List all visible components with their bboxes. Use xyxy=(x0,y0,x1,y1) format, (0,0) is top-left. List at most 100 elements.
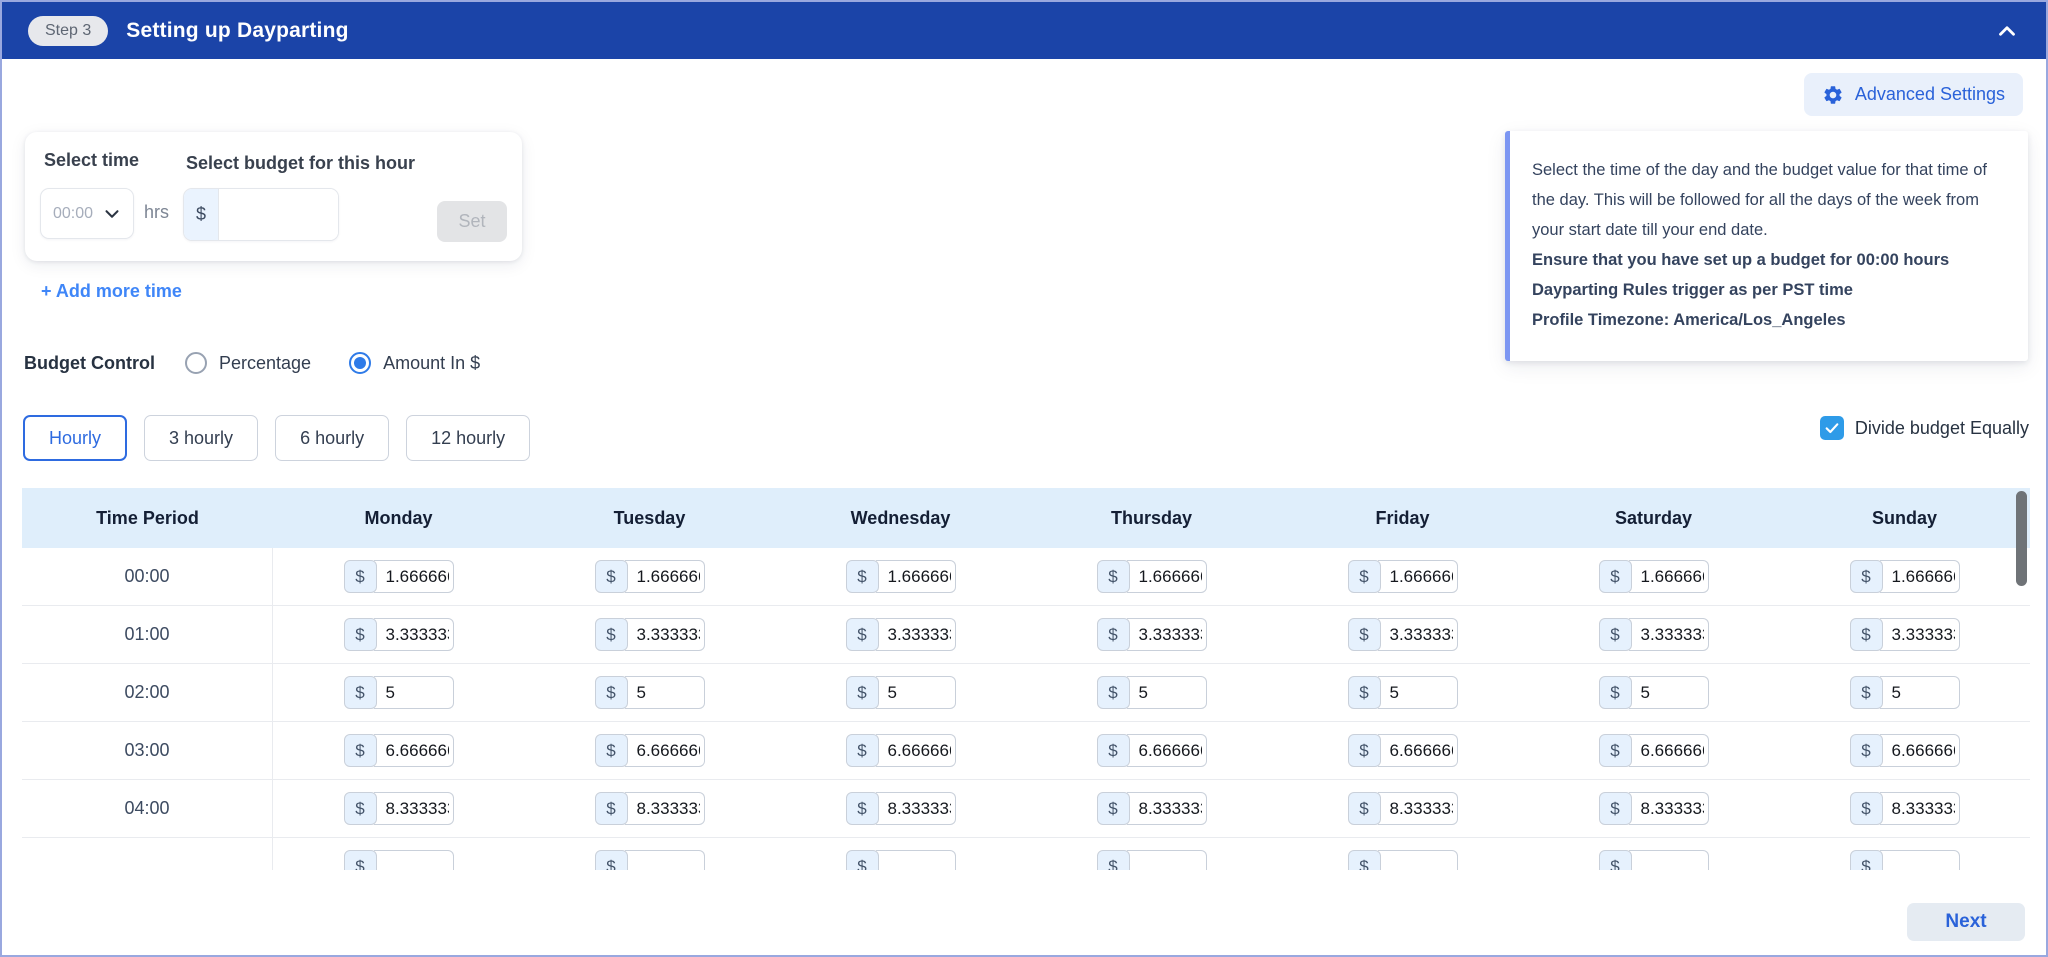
next-button[interactable]: Next xyxy=(1907,903,2025,941)
budget-control-options: Percentage Amount In $ xyxy=(185,352,518,374)
dollar-prefix: $ xyxy=(846,676,879,709)
money-input-group: $ xyxy=(595,850,705,870)
add-more-time-link[interactable]: + Add more time xyxy=(41,281,182,302)
amount-input[interactable] xyxy=(625,676,705,709)
table-scrollbar-thumb[interactable] xyxy=(2016,491,2027,586)
amount-input[interactable] xyxy=(1378,618,1458,651)
amount-input[interactable] xyxy=(1880,618,1960,651)
tab-hourly[interactable]: Hourly xyxy=(23,415,127,461)
tab-12-hourly[interactable]: 12 hourly xyxy=(406,415,530,461)
amount-input[interactable] xyxy=(1127,676,1207,709)
amount-input[interactable] xyxy=(1880,676,1960,709)
dollar-prefix: $ xyxy=(846,560,879,593)
dollar-prefix: $ xyxy=(1348,618,1381,651)
table-row-03-00: 03:00$$$$$$$ xyxy=(22,722,2030,780)
dollar-prefix: $ xyxy=(1599,734,1632,767)
table-header-cell-monday: Monday xyxy=(273,508,524,529)
amount-input[interactable] xyxy=(1629,850,1709,870)
amount-input[interactable] xyxy=(1629,792,1709,825)
amount-input[interactable] xyxy=(374,560,454,593)
dollar-prefix: $ xyxy=(184,189,219,240)
amount-input[interactable] xyxy=(1880,560,1960,593)
money-input-group: $ xyxy=(344,792,454,825)
money-input-group: $ xyxy=(344,676,454,709)
money-input-group: $ xyxy=(595,734,705,767)
amount-input[interactable] xyxy=(374,676,454,709)
amount-input[interactable] xyxy=(374,618,454,651)
dollar-prefix: $ xyxy=(344,850,377,870)
amount-input[interactable] xyxy=(625,618,705,651)
amount-input[interactable] xyxy=(1127,792,1207,825)
budget-input[interactable] xyxy=(219,189,338,240)
radio-option-percentage[interactable]: Percentage xyxy=(185,352,311,374)
amount-input[interactable] xyxy=(876,618,956,651)
amount-input[interactable] xyxy=(1378,734,1458,767)
radio-option-amount-in[interactable]: Amount In $ xyxy=(349,352,480,374)
budget-cell-wednesday: $ xyxy=(775,618,1026,651)
budget-cell-thursday: $ xyxy=(1026,850,1277,870)
table-header-row: Time PeriodMondayTuesdayWednesdayThursda… xyxy=(22,488,2030,548)
amount-input[interactable] xyxy=(1127,618,1207,651)
budget-control-row: Budget Control PercentageAmount In $ xyxy=(24,348,518,378)
amount-input[interactable] xyxy=(1880,850,1960,870)
info-bold-line: Dayparting Rules trigger as per PST time xyxy=(1532,275,2000,305)
tab-6-hourly[interactable]: 6 hourly xyxy=(275,415,389,461)
amount-input[interactable] xyxy=(1378,676,1458,709)
amount-input[interactable] xyxy=(374,734,454,767)
amount-input[interactable] xyxy=(1629,618,1709,651)
divide-budget-equally[interactable]: Divide budget Equally xyxy=(1820,416,2029,440)
dollar-prefix: $ xyxy=(1850,560,1883,593)
budget-cell-saturday: $ xyxy=(1528,560,1779,593)
money-input-group: $ xyxy=(1850,850,1960,870)
amount-input[interactable] xyxy=(625,792,705,825)
interval-tabs: Hourly 3 hourly 6 hourly 12 hourly xyxy=(23,415,530,461)
amount-input[interactable] xyxy=(1127,850,1207,870)
table-header-cell-wednesday: Wednesday xyxy=(775,508,1026,529)
budget-cell-sunday: $ xyxy=(1779,792,2030,825)
amount-input[interactable] xyxy=(1378,792,1458,825)
amount-input[interactable] xyxy=(1378,560,1458,593)
amount-input[interactable] xyxy=(1629,560,1709,593)
money-input-group: $ xyxy=(1097,850,1207,870)
dollar-prefix: $ xyxy=(1850,734,1883,767)
radio-option-label: Amount In $ xyxy=(383,353,480,374)
amount-input[interactable] xyxy=(876,734,956,767)
amount-input[interactable] xyxy=(625,850,705,870)
radio-unselected-icon[interactable] xyxy=(185,352,207,374)
amount-input[interactable] xyxy=(1629,676,1709,709)
advanced-settings-button[interactable]: Advanced Settings xyxy=(1804,73,2023,116)
dollar-prefix: $ xyxy=(1348,560,1381,593)
dollar-prefix: $ xyxy=(595,618,628,651)
collapse-button[interactable] xyxy=(1994,18,2020,44)
amount-input[interactable] xyxy=(1127,734,1207,767)
dollar-prefix: $ xyxy=(1599,560,1632,593)
budget-cell-thursday: $ xyxy=(1026,792,1277,825)
budget-cell-thursday: $ xyxy=(1026,676,1277,709)
budget-input-group: $ xyxy=(183,188,339,241)
amount-input[interactable] xyxy=(876,560,956,593)
time-select-value: 00:00 xyxy=(53,205,101,223)
amount-input[interactable] xyxy=(876,792,956,825)
amount-input[interactable] xyxy=(625,734,705,767)
amount-input[interactable] xyxy=(876,850,956,870)
dollar-prefix: $ xyxy=(1348,734,1381,767)
checkbox-checked-icon[interactable] xyxy=(1820,416,1844,440)
budget-cell-wednesday: $ xyxy=(775,734,1026,767)
amount-input[interactable] xyxy=(1629,734,1709,767)
time-period-cell: 02:00 xyxy=(22,664,273,721)
money-input-group: $ xyxy=(846,734,956,767)
money-input-group: $ xyxy=(1850,618,1960,651)
amount-input[interactable] xyxy=(1378,850,1458,870)
table-row-partial: $$$$$$$ xyxy=(22,838,2030,870)
set-button[interactable]: Set xyxy=(437,201,507,242)
amount-input[interactable] xyxy=(374,850,454,870)
time-select[interactable]: 00:00 xyxy=(40,188,134,239)
radio-selected-icon[interactable] xyxy=(349,352,371,374)
tab-3-hourly[interactable]: 3 hourly xyxy=(144,415,258,461)
amount-input[interactable] xyxy=(876,676,956,709)
amount-input[interactable] xyxy=(1127,560,1207,593)
amount-input[interactable] xyxy=(1880,792,1960,825)
amount-input[interactable] xyxy=(1880,734,1960,767)
amount-input[interactable] xyxy=(625,560,705,593)
amount-input[interactable] xyxy=(374,792,454,825)
